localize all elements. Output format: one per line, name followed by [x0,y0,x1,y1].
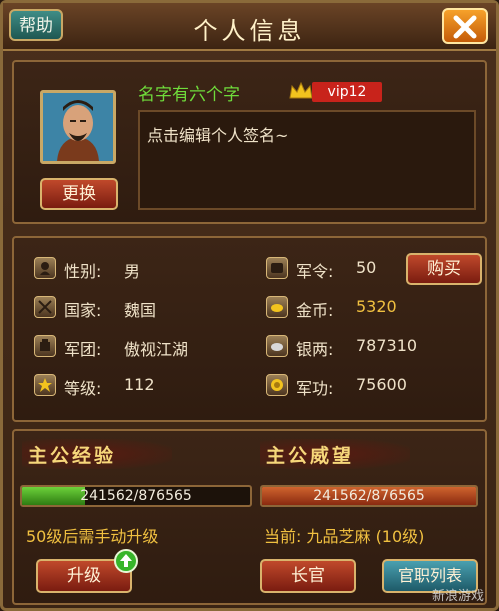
merit-icon [266,374,288,396]
stat-label: 银两: [296,340,334,359]
stat-value: 787310 [356,336,418,355]
stat-value: 傲视江湖 [124,340,189,359]
stat-label: 军功: [296,379,334,398]
gender-icon [34,257,56,279]
signature-placeholder: 点击编辑个人签名~ [147,126,289,145]
player-name: 名字有六个字 [138,85,240,105]
avatar[interactable] [40,90,116,164]
dialog-title: 个人信息 [193,17,306,45]
stat-value: 男 [124,262,141,281]
elder-button[interactable]: 长官 [260,559,356,593]
upgrade-note: 50级后需手动升级 [26,527,159,546]
gold-value: 5320 [356,297,397,316]
stats-panel: 性别: 男 国家: 魏国 军团: 傲视江湖 等级: 112 军令: 50 购买 … [12,236,487,422]
stat-label: 军令: [296,262,334,281]
stat-label: 金币: [296,301,334,320]
upgrade-arrow-icon [114,549,138,573]
prestige-title: 主公威望 [266,445,355,467]
level-icon [34,374,56,396]
crown-icon [289,81,313,99]
stat-value: 75600 [356,375,407,394]
close-button[interactable] [442,8,488,44]
buy-button[interactable]: 购买 [406,253,482,285]
signature-field[interactable]: 点击编辑个人签名~ [138,110,476,210]
stat-value: 50 [356,258,377,277]
stat-label: 国家: [64,301,102,320]
military-order-icon [266,257,288,279]
silver-icon [266,335,288,357]
help-button[interactable]: 帮助 [9,9,63,41]
legion-icon [34,335,56,357]
general-portrait-icon [43,93,113,161]
progress-panel: 主公经验 主公威望 241562/876565 241562/876565 50… [12,429,487,605]
experience-bar: 241562/876565 [20,485,252,507]
close-icon [453,15,477,39]
title-bar: 帮助 个人信息 [3,3,496,51]
gold-icon [266,296,288,318]
prestige-banner: 主公威望 [260,439,410,469]
stat-value: 112 [124,375,155,394]
stat-label: 性别: [64,262,102,281]
prestige-bar: 241562/876565 [260,485,478,507]
experience-text: 241562/876565 [80,488,192,504]
vip-level: vip12 [312,82,382,102]
stat-label: 等级: [64,379,102,398]
change-avatar-button[interactable]: 更换 [40,178,118,210]
profile-panel: 更换 名字有六个字 vip12 点击编辑个人签名~ [12,60,487,224]
watermark: 新浪游戏 [431,589,484,604]
personal-info-dialog: 帮助 个人信息 更换 名字有六个字 vip12 点击编辑个人签名~ 性别: 男 … [0,0,499,611]
experience-title: 主公经验 [28,445,117,467]
country-icon [34,296,56,318]
prestige-text: 241562/876565 [313,488,425,504]
experience-banner: 主公经验 [22,439,172,469]
stat-value: 魏国 [124,301,157,320]
stat-label: 军团: [64,340,102,359]
current-rank: 当前: 九品芝麻 (10级) [264,527,425,546]
